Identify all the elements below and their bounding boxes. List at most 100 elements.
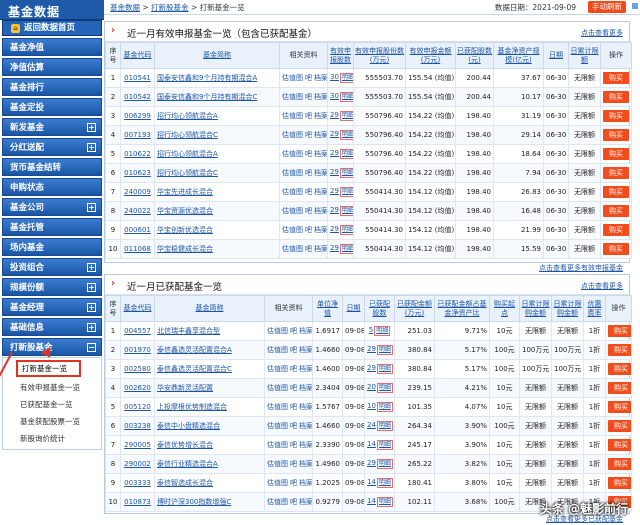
more-link[interactable]: 点击查看更多	[581, 28, 623, 38]
sidebar-item[interactable]: 新发基金 +	[2, 118, 102, 136]
buy-button[interactable]: 购买	[608, 382, 631, 394]
related-link[interactable]: 吧	[305, 188, 312, 196]
detail-tag[interactable]: 明细	[339, 206, 353, 216]
related-link[interactable]: 吧	[305, 150, 312, 158]
related-link[interactable]: 吧	[290, 384, 297, 392]
detail-tag[interactable]: 明细	[376, 421, 393, 431]
related-link[interactable]: 吧	[305, 245, 312, 253]
related-link[interactable]: 吧	[290, 365, 297, 373]
sidebar-item[interactable]: 货币基金结转	[2, 158, 102, 176]
related-link[interactable]: 档案	[299, 498, 312, 506]
subnav-item[interactable]: 有效申报基金一览	[3, 379, 101, 396]
buy-button[interactable]: 购买	[603, 186, 629, 198]
days-link[interactable]: 29	[330, 149, 339, 157]
column-header[interactable]: 基金简称	[154, 295, 265, 322]
column-header[interactable]: 基金简称	[154, 42, 280, 69]
count-link[interactable]: 14	[367, 497, 376, 505]
buy-button[interactable]: 购买	[608, 344, 631, 356]
related-link[interactable]: 档案	[299, 422, 312, 430]
sidebar-item[interactable]: 基金经理 +	[2, 298, 102, 316]
related-link[interactable]: 吧	[305, 112, 312, 120]
fund-name-link[interactable]: 泰信鑫选灵活配置混合A	[157, 346, 232, 354]
buy-button[interactable]: 购买	[603, 91, 629, 103]
fund-name-link[interactable]: 国泰安信鑫和9个月持有期混合A	[157, 74, 257, 82]
expand-icon[interactable]: +	[87, 323, 96, 332]
expand-icon[interactable]: +	[87, 123, 96, 132]
expand-icon[interactable]: +	[87, 143, 96, 152]
expand-icon[interactable]: +	[87, 303, 96, 312]
detail-tag[interactable]: 明细	[376, 440, 393, 450]
sidebar-item[interactable]: 基础信息 +	[2, 318, 102, 336]
sidebar-item[interactable]: 分红送配 +	[2, 138, 102, 156]
column-header[interactable]: 日期	[342, 295, 365, 322]
detail-tag[interactable]: 明细	[339, 149, 353, 159]
related-link[interactable]: 档案	[314, 207, 327, 215]
related-link[interactable]: 估值图	[267, 460, 288, 468]
column-header[interactable]: 日累计限额	[568, 42, 601, 69]
column-header[interactable]: 有效申报股数	[327, 42, 354, 69]
fund-code-link[interactable]: 010623	[124, 169, 151, 177]
fund-name-link[interactable]: 上投摩根优势制造混合	[157, 403, 227, 411]
related-link[interactable]: 估值图	[267, 479, 288, 487]
related-link[interactable]: 档案	[299, 384, 312, 392]
fund-code-link[interactable]: 002620	[124, 384, 151, 392]
sidebar-item[interactable]: 基金净值	[2, 38, 102, 56]
related-link[interactable]: 吧	[290, 441, 297, 449]
fund-name-link[interactable]: 泰信鑫选灵活配置混合C	[157, 365, 232, 373]
detail-tag[interactable]: 明细	[339, 244, 353, 254]
column-header[interactable]: 单位净值	[312, 295, 343, 322]
column-header[interactable]: 已获配金额(万元)	[394, 295, 435, 322]
expand-icon[interactable]: +	[87, 283, 96, 292]
related-link[interactable]: 吧	[290, 327, 297, 335]
fund-name-link[interactable]: 国泰安信鑫和9个月持有期混合C	[157, 93, 257, 101]
related-link[interactable]: 估值图	[267, 441, 288, 449]
subnav-item[interactable]: 已获配基金一览	[3, 396, 101, 413]
fund-name-link[interactable]: 泰信智选成长混合	[157, 479, 213, 487]
related-link[interactable]: 吧	[290, 498, 297, 506]
fund-code-link[interactable]: 005120	[124, 403, 151, 411]
fund-name-link[interactable]: 华安鼎新灵活配置	[157, 384, 213, 392]
count-link[interactable]: 5	[369, 326, 373, 334]
detail-tag[interactable]: 明细	[339, 111, 353, 121]
related-link[interactable]: 吧	[290, 460, 297, 468]
days-link[interactable]: 30	[330, 92, 339, 100]
related-link[interactable]: 吧	[305, 131, 312, 139]
detail-tag[interactable]: 明细	[376, 497, 393, 507]
fund-code-link[interactable]: 290002	[124, 460, 151, 468]
collapse-icon[interactable]: −	[87, 343, 96, 352]
sidebar-item[interactable]: 净值估算	[2, 58, 102, 76]
detail-tag[interactable]: 明细	[376, 383, 393, 393]
column-header[interactable]: 已获配股数	[364, 295, 395, 322]
column-header[interactable]: 有效申报金额(万元)	[405, 42, 456, 69]
count-link[interactable]: 29	[367, 364, 376, 372]
sidebar-item[interactable]: 规模份额 +	[2, 278, 102, 296]
related-link[interactable]: 估值图	[282, 131, 303, 139]
detail-tag[interactable]: 明细	[339, 73, 353, 83]
buy-button[interactable]: 购买	[603, 224, 629, 236]
fund-code-link[interactable]: 240022	[124, 207, 151, 215]
column-header[interactable]: 优惠费率	[583, 295, 606, 322]
related-link[interactable]: 估值图	[282, 93, 303, 101]
days-link[interactable]: 29	[330, 130, 339, 138]
days-link[interactable]: 29	[330, 244, 339, 252]
buy-button[interactable]: 购买	[603, 167, 629, 179]
sidebar-item[interactable]: 基金排行	[2, 78, 102, 96]
fund-code-link[interactable]: 010542	[124, 93, 151, 101]
menu-icon[interactable]	[632, 3, 638, 9]
buy-button[interactable]: 购买	[608, 420, 631, 432]
column-header[interactable]: 有效申报股份数(万元)	[353, 42, 406, 69]
detail-tag[interactable]: 明细	[376, 459, 393, 469]
fund-code-link[interactable]: 011068	[124, 245, 151, 253]
related-link[interactable]: 档案	[299, 479, 312, 487]
buy-button[interactable]: 购买	[608, 439, 631, 451]
expand-icon[interactable]: +	[87, 263, 96, 272]
count-link[interactable]: 24	[367, 421, 376, 429]
related-link[interactable]: 估值图	[282, 207, 303, 215]
detail-tag[interactable]: 明细	[374, 326, 391, 336]
fund-code-link[interactable]: 002580	[124, 365, 151, 373]
subnav-item[interactable]: 基金获配股票一览	[3, 413, 101, 430]
related-link[interactable]: 估值图	[267, 346, 288, 354]
detail-tag[interactable]: 明细	[339, 187, 353, 197]
fund-code-link[interactable]: 001970	[124, 346, 151, 354]
fund-code-link[interactable]: 004557	[124, 327, 151, 335]
